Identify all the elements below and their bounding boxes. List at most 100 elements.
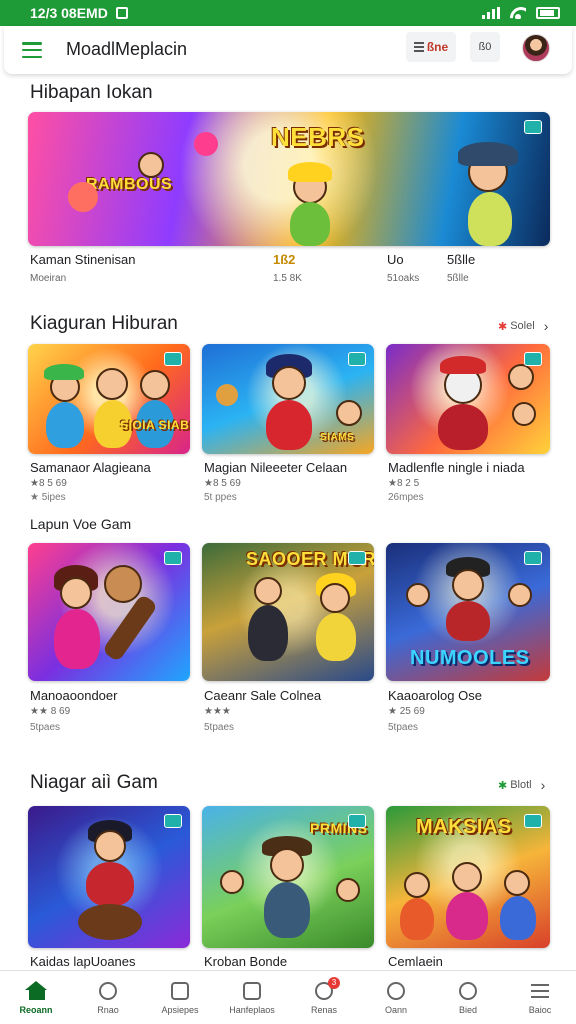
gift-button[interactable]: ß0 xyxy=(470,32,500,62)
character-head xyxy=(272,366,306,400)
character-head xyxy=(96,368,128,400)
nav-explore[interactable]: Oann xyxy=(360,971,432,1024)
game-name[interactable]: Madlenfle ningle i niada xyxy=(388,460,525,475)
game-card-image[interactable]: PRMINS xyxy=(202,806,374,948)
character-body xyxy=(46,402,84,448)
card-art-text: SIAMS xyxy=(320,432,355,443)
card-tag xyxy=(164,814,182,828)
app-title: MoadlMeplacin xyxy=(66,39,188,59)
nav-home[interactable]: Reoann xyxy=(0,971,72,1024)
banner-tag xyxy=(524,120,542,134)
card-tag xyxy=(164,551,182,565)
featured-stat-2-value: Uo xyxy=(387,252,404,267)
game-name[interactable]: Cemlaein xyxy=(388,954,443,969)
info-icon xyxy=(458,981,478,1001)
game-meta: 5tpaes xyxy=(388,722,419,733)
character-head xyxy=(404,872,430,898)
game-card-image[interactable]: MAKSIAS xyxy=(386,806,550,948)
featured-name: Kaman Stinenisan xyxy=(30,252,136,267)
card-tag xyxy=(164,352,182,366)
featured-title: Hibapa​n Iokan xyxy=(30,82,153,103)
section-1-title: Kiaguran Hiburan xyxy=(30,313,178,334)
character-body xyxy=(264,882,310,938)
nav-games[interactable]: Rnao xyxy=(72,971,144,1024)
section-2-title: Lapun Voe Gam xyxy=(30,516,132,532)
notification-badge: 3 xyxy=(328,976,340,989)
card-tag xyxy=(348,352,366,366)
card-tag xyxy=(524,814,542,828)
card-art-text: MAKSIAS xyxy=(416,816,512,838)
character-head xyxy=(140,370,170,400)
menu-icon[interactable] xyxy=(22,42,42,58)
puzzle-icon xyxy=(98,981,118,1001)
store-icon xyxy=(413,42,424,52)
character-head xyxy=(504,870,530,896)
game-card-image[interactable] xyxy=(28,543,190,681)
game-card-image[interactable] xyxy=(28,806,190,948)
character-head xyxy=(220,870,244,894)
game-card-image[interactable]: SIAMS xyxy=(202,344,374,454)
nav-info[interactable]: Bied xyxy=(432,971,504,1024)
game-name[interactable]: Kroban Bonde xyxy=(204,954,287,969)
character-body xyxy=(290,202,330,246)
character-head xyxy=(508,583,532,607)
character-hair xyxy=(288,162,332,182)
nav-label: Oann xyxy=(384,1004,408,1015)
character-head xyxy=(336,400,362,426)
avatar[interactable] xyxy=(522,34,550,62)
card-art-text: NUMOOLES xyxy=(410,647,530,669)
nav-more[interactable]: Baioc xyxy=(504,971,576,1024)
character-head xyxy=(512,402,536,426)
chevron-right-icon: › xyxy=(543,318,549,334)
game-card-image[interactable]: SIOIA SIABS xyxy=(28,344,190,454)
character-body xyxy=(468,192,512,246)
featured-banner[interactable]: NEBRS RAMBOUS xyxy=(28,112,550,246)
character-body xyxy=(438,404,488,450)
compass-icon xyxy=(386,981,406,1001)
game-rating: ★8 5 69 xyxy=(204,478,241,489)
section-3-see-all[interactable]: ✱ Blotl › xyxy=(498,777,545,793)
game-name[interactable]: Kaidas lapUoanes xyxy=(30,954,136,969)
game-rating: ★ 25 69 xyxy=(388,706,425,717)
game-name[interactable]: Samanaor Alagieana xyxy=(30,460,151,475)
star-icon: ✱ xyxy=(498,779,508,792)
app-bar: MoadlMeplacin ßne ß0 xyxy=(4,26,572,74)
game-name[interactable]: Kaaoarolog Ose xyxy=(388,688,482,703)
home-icon xyxy=(25,980,47,1001)
image-icon xyxy=(170,981,190,1001)
featured-sub: Moeiran xyxy=(30,273,67,284)
game-name[interactable]: Manoaoondoer xyxy=(30,688,117,703)
status-right xyxy=(482,7,560,19)
character-body xyxy=(400,898,434,940)
nav-favorites[interactable]: Hanfeplaos xyxy=(216,971,288,1024)
game-card-image[interactable]: NUMOOLES xyxy=(386,543,550,681)
game-name[interactable]: Caeanr Sale Colnea xyxy=(204,688,321,703)
store-button[interactable]: ßne xyxy=(406,32,456,62)
bookmark-icon xyxy=(242,981,262,1001)
character-body xyxy=(54,609,100,669)
character-helmet xyxy=(458,142,518,166)
game-meta: 5tpaes xyxy=(204,722,235,733)
nav-notifications[interactable]: 3 Renas xyxy=(288,971,360,1024)
character-body xyxy=(248,605,288,661)
game-card-image[interactable]: SAOOER MOROCHIK xyxy=(202,543,374,681)
gift-label: ß0 xyxy=(478,41,492,53)
character-hat xyxy=(440,356,486,374)
featured-stat-3-sub: 5ßlle xyxy=(447,273,469,284)
game-meta: 5tpaes xyxy=(30,722,61,733)
status-bar: 12/3 08EMD xyxy=(0,0,576,26)
see-all-label: Blotl xyxy=(510,779,532,791)
battery-icon xyxy=(536,7,560,19)
card-tag xyxy=(524,551,542,565)
section-1-see-all[interactable]: ✱ Solel › xyxy=(498,318,548,334)
star-icon: ✱ xyxy=(498,320,508,333)
nav-apps[interactable]: Apsiepes xyxy=(144,971,216,1024)
game-card-image[interactable] xyxy=(386,344,550,454)
game-name[interactable]: Magian Nileeeter Celaan xyxy=(204,460,347,475)
status-left: 12/3 08EMD xyxy=(30,5,128,21)
character-head xyxy=(336,878,360,902)
game-rating: ★8 2 5 xyxy=(388,478,420,489)
bottom-nav: Reoann Rnao Apsiepes Hanfeplaos 3 Renas … xyxy=(0,970,576,1024)
nav-label: Renas xyxy=(310,1004,337,1015)
game-meta: ★ 5ipes xyxy=(30,492,66,503)
